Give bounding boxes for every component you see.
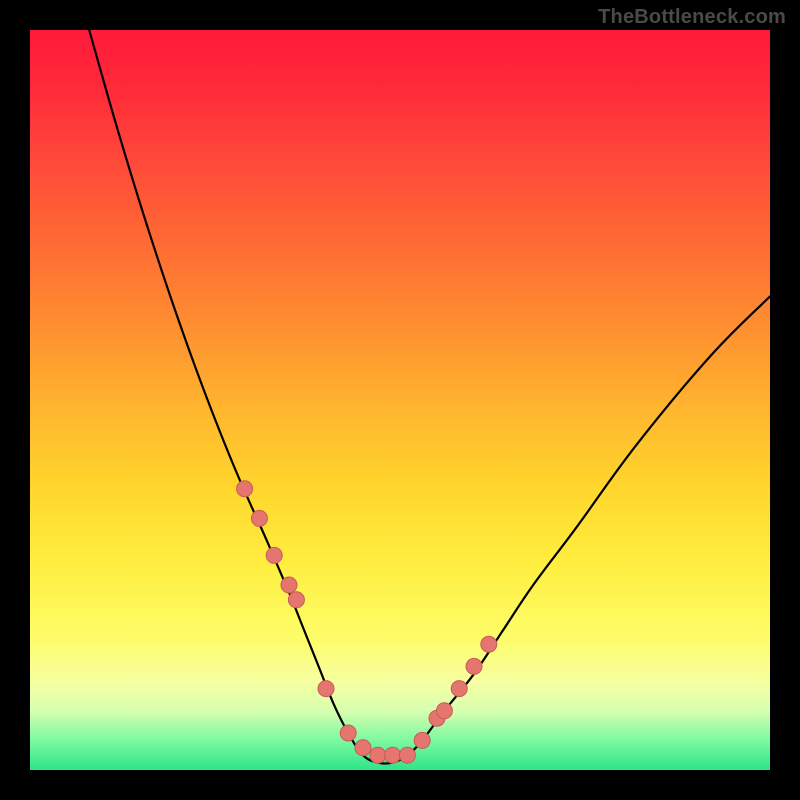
marker-group bbox=[237, 481, 497, 763]
curve-marker bbox=[414, 732, 430, 748]
curve-marker bbox=[385, 747, 401, 763]
curve-marker bbox=[436, 703, 452, 719]
curve-marker bbox=[251, 510, 267, 526]
curve-marker bbox=[288, 592, 304, 608]
curve-marker bbox=[370, 747, 386, 763]
bottleneck-curve bbox=[89, 30, 770, 764]
curve-marker bbox=[281, 577, 297, 593]
curve-marker bbox=[399, 747, 415, 763]
curve-marker bbox=[466, 658, 482, 674]
curve-marker bbox=[481, 636, 497, 652]
curve-marker bbox=[355, 740, 371, 756]
curve-layer bbox=[30, 30, 770, 770]
curve-marker bbox=[451, 681, 467, 697]
curve-marker bbox=[318, 681, 334, 697]
curve-marker bbox=[266, 547, 282, 563]
chart-frame: TheBottleneck.com bbox=[0, 0, 800, 800]
watermark-text: TheBottleneck.com bbox=[598, 6, 786, 29]
curve-marker bbox=[237, 481, 253, 497]
curve-marker bbox=[340, 725, 356, 741]
plot-area bbox=[30, 30, 770, 770]
